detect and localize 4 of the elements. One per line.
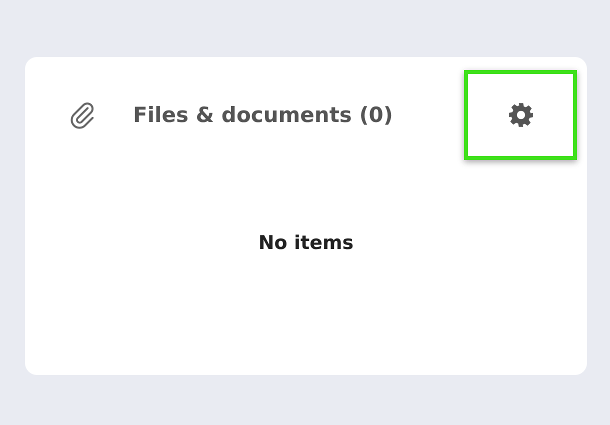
settings-button[interactable]	[464, 70, 577, 160]
panel-title: Files & documents (0)	[133, 103, 394, 127]
settings-icon	[508, 102, 534, 128]
empty-message: No items	[257, 232, 355, 254]
